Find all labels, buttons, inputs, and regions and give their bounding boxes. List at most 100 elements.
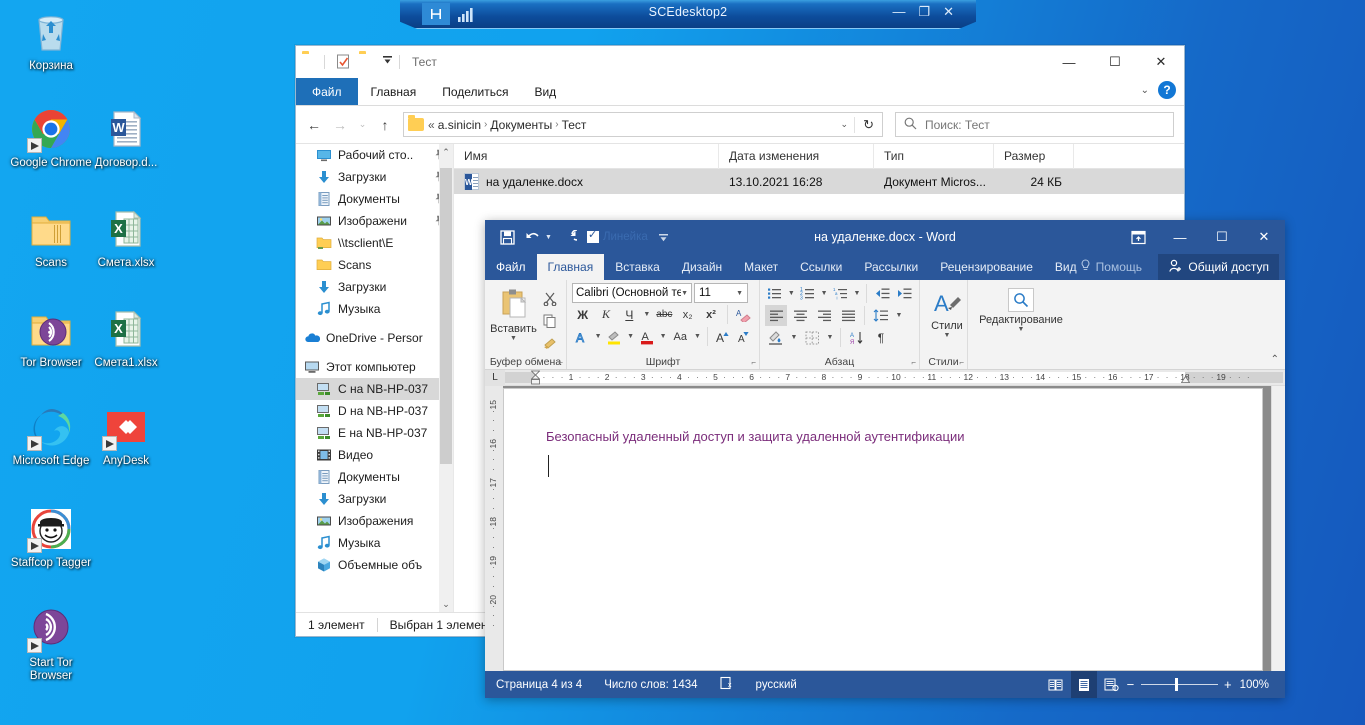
font-size-combo[interactable]: 11 ▼ xyxy=(694,283,748,303)
shrink-font-button[interactable]: A xyxy=(734,326,754,347)
increase-indent-button[interactable] xyxy=(894,283,914,304)
desktop-icon-dogovor-docx[interactable]: W Договор.d... xyxy=(83,105,169,170)
desktop-icon-scans-folder[interactable]: Scans xyxy=(8,205,94,270)
tab-stop-selector[interactable]: L xyxy=(485,370,505,386)
rdp-minimize-button[interactable]: — xyxy=(892,4,905,20)
word-tab-home[interactable]: Главная xyxy=(537,254,605,280)
word-count[interactable]: Число слов: 1434 xyxy=(593,679,708,691)
align-center-button[interactable] xyxy=(789,305,811,326)
page-indicator[interactable]: Страница 4 из 4 xyxy=(485,679,593,691)
tree-item[interactable]: Загрузки xyxy=(296,166,453,188)
share-button[interactable]: Общий доступ xyxy=(1158,254,1279,280)
text-effects-dropdown-icon[interactable]: ▼ xyxy=(594,326,603,347)
back-button[interactable]: ← xyxy=(302,112,326,138)
tree-item[interactable]: OneDrive - Persor xyxy=(296,327,453,349)
right-indent-marker[interactable] xyxy=(1181,375,1190,385)
numbering-dropdown-icon[interactable]: ▼ xyxy=(820,283,829,304)
copy-button[interactable] xyxy=(539,310,561,331)
word-tab-layout[interactable]: Макет xyxy=(733,254,789,280)
horizontal-ruler[interactable]: L 12345678910111213141516171819·········… xyxy=(485,370,1285,386)
word-tab-insert[interactable]: Вставка xyxy=(604,254,671,280)
customize-dropdown-icon[interactable] xyxy=(382,54,394,71)
tree-item[interactable]: D на NB-HP-037 xyxy=(296,400,453,422)
rdp-restore-button[interactable]: ❐ xyxy=(918,4,930,20)
desktop-icon-microsoft-edge[interactable]: Microsoft Edge xyxy=(8,403,94,468)
explorer-tab-home[interactable]: Главная xyxy=(358,78,430,105)
chevron-down-icon[interactable]: ▼ xyxy=(736,290,743,297)
superscript-button[interactable]: x² xyxy=(700,304,721,325)
chevron-down-icon[interactable]: ▼ xyxy=(681,290,688,297)
highlight-dropdown-icon[interactable]: ▼ xyxy=(626,326,635,347)
breadcrumb-item-user[interactable]: a.sinicin xyxy=(438,118,481,132)
word-tab-mailings[interactable]: Рассылки xyxy=(853,254,929,280)
clear-formatting-button[interactable]: A xyxy=(733,304,754,325)
tree-item[interactable]: Scans xyxy=(296,254,453,276)
tree-item[interactable]: Документы xyxy=(296,188,453,210)
tree-item[interactable]: Объемные объ xyxy=(296,554,453,576)
font-name-combo[interactable]: Calibri (Основной тек ▼ xyxy=(572,283,692,303)
explorer-minimize-button[interactable]: — xyxy=(1046,46,1092,78)
desktop-icon-smeta-xlsx[interactable]: X Смета.xlsx xyxy=(83,205,169,270)
format-painter-button[interactable] xyxy=(539,332,561,353)
print-layout-icon[interactable] xyxy=(1071,671,1097,698)
justify-button[interactable] xyxy=(837,305,859,326)
shading-dropdown-icon[interactable]: ▼ xyxy=(789,327,799,348)
zoom-in-button[interactable]: + xyxy=(1224,677,1232,692)
address-bar[interactable]: « a.sinicin › Документы › Тест ⌄ ↻ xyxy=(403,112,883,137)
subscript-button[interactable]: x₂ xyxy=(677,304,698,325)
dialog-launcher-icon[interactable]: ⌐ xyxy=(911,358,916,367)
grow-font-button[interactable]: A xyxy=(713,326,733,347)
address-dropdown-icon[interactable]: ⌄ xyxy=(835,119,855,130)
tree-item[interactable]: Этот компьютер xyxy=(296,356,453,378)
chevron-down-icon[interactable]: ▼ xyxy=(944,332,951,339)
new-folder-icon[interactable] xyxy=(359,54,376,71)
breadcrumb-item-documents[interactable]: Документы xyxy=(490,118,552,132)
strikethrough-button[interactable]: abc xyxy=(654,304,675,325)
desktop-icon-tor-browser-folder[interactable]: Tor Browser xyxy=(8,305,94,370)
change-case-dropdown-icon[interactable]: ▼ xyxy=(693,326,702,347)
show-marks-button[interactable]: ¶ xyxy=(870,327,892,348)
word-tab-review[interactable]: Рецензирование xyxy=(929,254,1044,280)
decrease-indent-button[interactable] xyxy=(872,283,892,304)
chevron-down-icon[interactable]: ⌄ xyxy=(1141,85,1149,96)
zoom-slider[interactable]: − + xyxy=(1127,671,1232,698)
zoom-slider-knob[interactable] xyxy=(1175,678,1178,691)
align-left-button[interactable] xyxy=(765,305,787,326)
language-indicator[interactable]: русский xyxy=(745,679,808,691)
tree-item[interactable]: Видео xyxy=(296,444,453,466)
desktop-icon-anydesk[interactable]: AnyDesk xyxy=(83,403,169,468)
multilevel-list-button[interactable]: 1ai xyxy=(831,283,851,304)
word-close-button[interactable]: ✕ xyxy=(1243,220,1285,254)
proofing-errors-icon[interactable]: x xyxy=(709,676,745,693)
column-header-size[interactable]: Размер xyxy=(994,144,1074,169)
align-right-button[interactable] xyxy=(813,305,835,326)
explorer-maximize-button[interactable]: ☐ xyxy=(1092,46,1138,78)
tell-me-search[interactable]: Помощь xyxy=(1080,254,1142,280)
explorer-tab-share[interactable]: Поделиться xyxy=(429,78,521,105)
zoom-out-button[interactable]: − xyxy=(1127,677,1135,692)
zoom-level[interactable]: 100% xyxy=(1234,679,1275,691)
web-layout-icon[interactable] xyxy=(1099,671,1125,698)
first-line-indent-marker[interactable] xyxy=(531,370,540,387)
italic-button[interactable]: К xyxy=(595,304,616,325)
document-page[interactable]: Безопасный удаленный доступ и защита уда… xyxy=(503,388,1263,671)
column-header-modified[interactable]: Дата изменения xyxy=(719,144,874,169)
tree-scrollbar[interactable]: ⌃ ⌄ xyxy=(439,144,453,612)
breadcrumb-overflow[interactable]: « xyxy=(428,118,435,132)
properties-icon[interactable] xyxy=(336,54,353,71)
line-spacing-button[interactable] xyxy=(870,305,892,326)
numbering-button[interactable]: 123 xyxy=(798,283,818,304)
desktop-icon-smeta1-xlsx[interactable]: X Смета1.xlsx xyxy=(83,305,169,370)
scroll-up-icon[interactable]: ⌃ xyxy=(439,144,453,160)
tree-item[interactable]: C на NB-HP-037 xyxy=(296,378,453,400)
desktop-icon-staffcop-tagger[interactable]: Staffcop Tagger xyxy=(8,505,94,570)
dialog-launcher-icon[interactable]: ⌐ xyxy=(558,358,563,367)
word-tab-design[interactable]: Дизайн xyxy=(671,254,733,280)
text-effects-button[interactable]: A xyxy=(572,326,592,347)
tree-item[interactable]: Музыка xyxy=(296,532,453,554)
tree-item[interactable]: Музыка xyxy=(296,298,453,320)
chevron-down-icon[interactable]: ▼ xyxy=(1018,326,1025,333)
up-button[interactable]: ↑ xyxy=(373,112,397,138)
ruler-track[interactable]: 12345678910111213141516171819···········… xyxy=(505,372,1283,383)
word-tab-references[interactable]: Ссылки xyxy=(789,254,853,280)
